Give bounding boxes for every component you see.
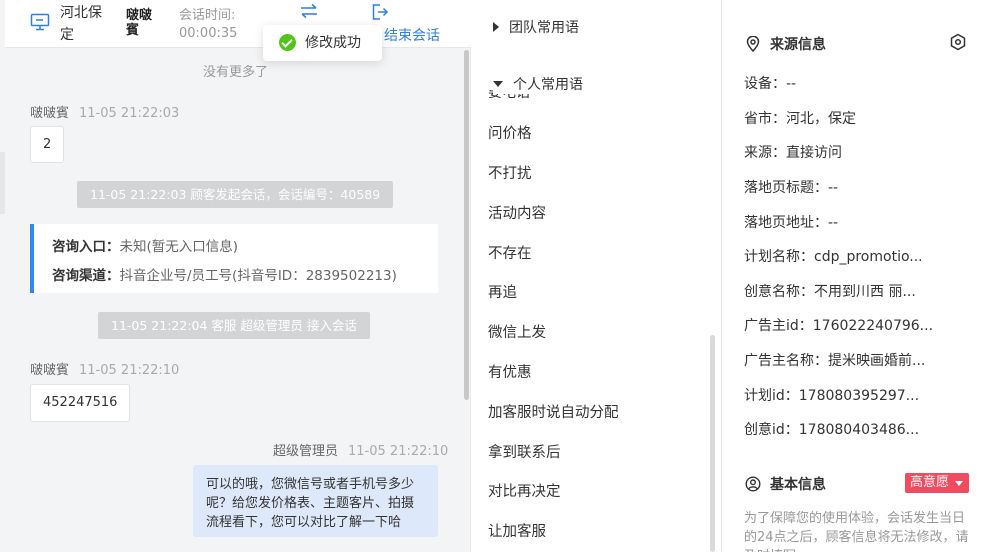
user-circle-icon — [745, 476, 761, 492]
consult-channel-value: 抖音企业号/员工号(抖音号ID：2839502213) — [119, 268, 397, 284]
chat-panel: 河北保定 啵啵賓 会话时间: 00:00:35 结束会话 修改成功 没有更多了 … — [0, 0, 471, 552]
no-more-messages: 没有更多了 — [202, 65, 268, 80]
phrase-item[interactable]: 拿到联系后 — [488, 441, 561, 462]
message-meta: 啵啵賓 11-05 21:22:03 — [30, 102, 179, 121]
consult-card: 咨询入口：未知(暂无入口信息) 咨询渠道：抖音企业号/员工号(抖音号ID：283… — [30, 224, 438, 293]
info-advertiser-name: 广告主名称：提米映画婚前... — [744, 353, 926, 369]
basic-info-header: 基本信息 — [745, 474, 826, 494]
info-landing-title: 落地页标题：-- — [744, 180, 839, 196]
info-advertiser-id: 广告主id：176022240796... — [744, 318, 934, 334]
customer-location: 河北保定 — [60, 5, 102, 43]
message-meta: 超级管理员 11-05 21:22:10 — [273, 440, 448, 459]
customer-message: 2 — [30, 126, 65, 163]
message-meta: 啵啵賓 11-05 21:22:10 — [30, 359, 179, 378]
caret-down-icon — [493, 81, 503, 87]
consult-entry: 咨询入口：未知(暂无入口信息) — [52, 235, 238, 255]
phrase-item[interactable]: 有优惠 — [488, 361, 532, 382]
message-time: 11-05 21:22:10 — [79, 363, 180, 378]
toast-text: 修改成功 — [305, 35, 361, 51]
chat-scrollbar[interactable] — [464, 50, 469, 400]
phrase-item[interactable]: 再追 — [488, 281, 517, 302]
sender-name: 啵啵賓 — [30, 106, 70, 121]
chat-header: 河北保定 啵啵賓 会话时间: 00:00:35 结束会话 — [5, 0, 471, 48]
agent-message: 可以的哦，您微信号或者手机号多少呢？给您发价格表、主题客片、拍摄流程看下，您可以… — [193, 465, 438, 537]
eye-icon[interactable] — [949, 33, 967, 51]
info-plan-name: 计划名称：cdp_promotio... — [744, 249, 923, 265]
system-message: 11-05 21:22:04 客服 超级管理员 接入会话 — [98, 312, 370, 339]
phrase-item[interactable]: 不打扰 — [488, 162, 532, 183]
info-device: 设备：-- — [744, 76, 797, 92]
message-time: 11-05 21:22:10 — [348, 444, 449, 459]
phrases-panel: 团队常用语 要电话 个人常用语 问价格 不打扰 活动内容 不存在 再追 微信上发… — [472, 0, 722, 552]
customer-message: 452247516 — [30, 384, 131, 422]
info-province-city: 省市：河北，保定 — [744, 111, 856, 127]
exit-icon[interactable] — [371, 3, 389, 21]
phrase-item[interactable]: 让加客服 — [488, 520, 546, 541]
consult-channel: 咨询渠道：抖音企业号/员工号(抖音号ID：2839502213) — [52, 264, 397, 284]
group-label: 个人常用语 — [513, 77, 583, 93]
monitor-icon — [30, 13, 50, 31]
phrase-item[interactable]: 微信上发 — [488, 321, 546, 342]
intent-level-dropdown[interactable]: 高意愿 — [905, 473, 969, 493]
sender-name: 超级管理员 — [273, 444, 339, 459]
consult-entry-label: 咨询入口： — [52, 239, 120, 255]
section-title: 来源信息 — [770, 37, 826, 53]
consult-channel-label: 咨询渠道： — [52, 268, 120, 284]
customer-info-panel: 来源信息 设备：-- 省市：河北，保定 来源：直接访问 落地页标题：-- 落地页… — [723, 0, 989, 552]
personal-phrases-group[interactable]: 个人常用语 — [493, 74, 589, 94]
phrase-item[interactable]: 不存在 — [488, 242, 532, 263]
edit-deadline-note: 为了保障您的使用体验，会话发生当日的24点之后，顾客信息将无法修改，请及时填写 — [744, 511, 969, 552]
group-label: 团队常用语 — [509, 20, 579, 36]
info-plan-id: 计划id：178080395297... — [744, 388, 920, 404]
consult-entry-value: 未知(暂无入口信息) — [119, 239, 239, 255]
location-pin-icon — [746, 36, 760, 52]
transfer-icon[interactable] — [299, 3, 319, 19]
customer-name: 啵啵賓 — [126, 8, 153, 38]
session-time: 00:00:35 — [179, 26, 238, 41]
sender-name: 啵啵賓 — [30, 363, 70, 378]
check-circle-icon — [279, 34, 296, 51]
end-session-button[interactable]: 结束会话 — [384, 25, 440, 45]
left-edge-tab[interactable] — [0, 152, 5, 214]
team-phrases-group[interactable]: 团队常用语 — [493, 17, 579, 37]
phrase-item[interactable]: 问价格 — [488, 122, 532, 143]
system-message: 11-05 21:22:03 顾客发起会话，会话编号：40589 — [77, 181, 394, 208]
success-toast: 修改成功 — [263, 25, 382, 61]
workspace: 河北保定 啵啵賓 会话时间: 00:00:35 结束会话 修改成功 没有更多了 … — [0, 0, 989, 552]
phrases-scrollbar[interactable] — [710, 335, 715, 552]
info-creative-name: 创意名称：不用到川西 丽... — [744, 284, 916, 300]
section-title: 基本信息 — [770, 477, 826, 493]
info-landing-url: 落地页地址：-- — [744, 215, 839, 231]
message-time: 11-05 21:22:03 — [79, 106, 180, 121]
info-source: 来源：直接访问 — [744, 145, 842, 161]
source-info-header: 来源信息 — [745, 34, 826, 54]
phrase-item[interactable]: 对比再决定 — [488, 480, 561, 501]
caret-right-icon — [493, 22, 499, 32]
phrase-item[interactable]: 加客服时说自动分配 — [488, 401, 619, 422]
session-time-label: 会话时间: — [179, 8, 236, 23]
info-creative-id: 创意id：178080403486... — [744, 422, 920, 438]
phrase-item[interactable]: 活动内容 — [488, 202, 546, 223]
